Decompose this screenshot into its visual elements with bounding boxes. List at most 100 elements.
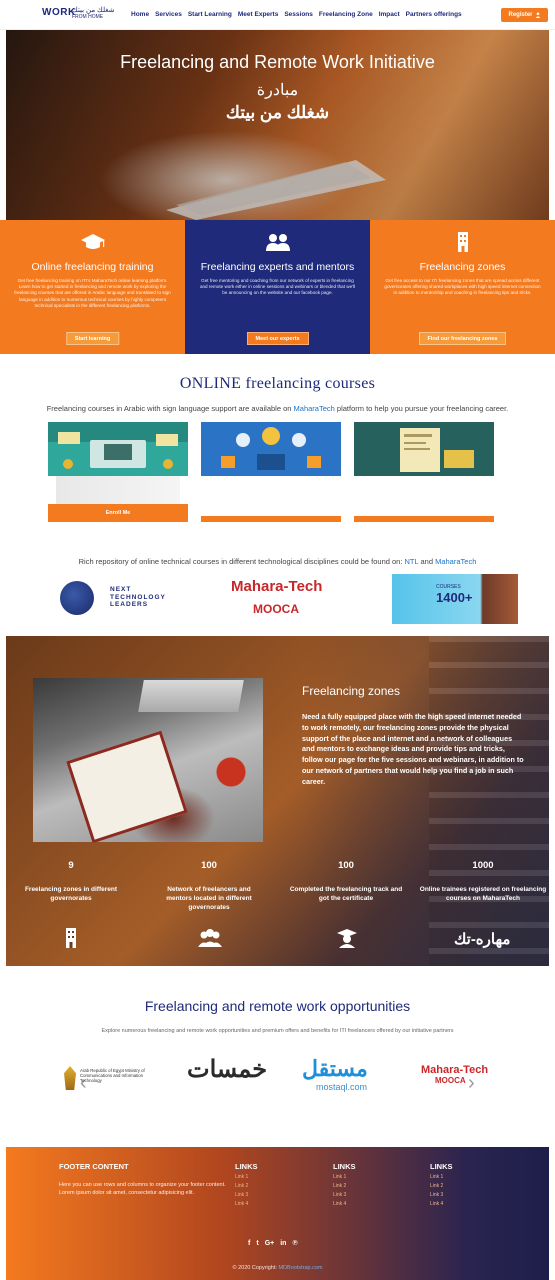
building-icon [457,232,468,252]
ntl-emblem-icon [60,581,94,615]
feature-experts: Freelancing experts and mentors Get free… [185,220,370,354]
meet-experts-button[interactable]: Meet our experts [246,332,309,345]
stat-label: Freelancing zones in different governora… [24,886,118,902]
footer-links-column: LINKS Link 1 Link 2 Link 3 Link 4 [235,1162,258,1207]
course-thumbnail-ideas [201,422,341,476]
maharatech-arabic-logo: مهاره-تك [454,931,511,948]
partner-logo-mcit[interactable]: Arab Republic of Egypt Ministry of Commu… [64,1064,154,1094]
partner-logo-khamsat[interactable]: خمسات [187,1055,268,1084]
footer-title: FOOTER CONTENT [59,1162,129,1171]
footer-link[interactable]: Link 2 [430,1183,453,1189]
footer-link[interactable]: Link 4 [430,1201,453,1207]
zones-workspace-photo [33,678,263,844]
card-bottom-bar [201,516,341,522]
stat-number: 1000 [472,860,494,871]
nav-links: Home Services Start Learning Meet Expert… [131,11,462,18]
maharatech-logo-title: Mahara-Tech [231,578,323,595]
maharatech-logo[interactable]: Mahara-Tech MOOCA [231,578,341,620]
facebook-icon[interactable]: f [248,1240,250,1247]
footer-link[interactable]: Link 4 [235,1201,258,1207]
footer-links-column: LINKS Link 1 Link 2 Link 3 Link 4 [333,1162,356,1207]
user-icon [535,12,540,18]
ntl-link[interactable]: NTL [405,557,419,566]
top-navbar: WORK شغلك من بيتك FROM HOME Home Service… [0,0,555,30]
laptop-illustration [138,680,244,712]
partner-logo-maharatech[interactable]: Mahara-Tech MOOCA [421,1064,501,1094]
logo-arabic-text: شغلك من بيتك [72,7,115,14]
feature-title: Online freelancing training [31,261,154,273]
building-icon [66,928,76,948]
nav-link-impact[interactable]: Impact [379,11,400,18]
footer-link[interactable]: Link 3 [333,1192,356,1198]
footer-text: Here you can use rows and columns to org… [59,1182,226,1196]
users-icon [265,234,290,251]
linkedin-icon[interactable]: in [280,1240,286,1247]
course-thumbnail-invoice [354,422,494,476]
register-label: Register [508,12,533,18]
pinterest-icon[interactable]: ℗ [292,1240,297,1247]
find-zones-button[interactable]: Find our freelancing zones [418,332,507,345]
graduation-cap-icon [80,234,105,249]
freelancing-zones-section: Freelancing zones Need a fully equipped … [6,636,549,966]
users-icon [198,929,222,947]
nav-link-sessions[interactable]: Sessions [284,11,313,18]
google-plus-icon[interactable]: G+ [265,1240,275,1247]
maharatech-partner-title: Mahara-Tech [421,1064,489,1076]
stat-zones: 9 Freelancing zones in different governo… [16,860,126,903]
footer-link[interactable]: Link 2 [235,1183,258,1189]
logo-sub-text: FROM HOME [72,14,104,20]
stat-label: Completed the freelancing track and got … [289,886,403,902]
nav-link-partners-offerings[interactable]: Partners offerings [406,11,462,18]
footer-link[interactable]: Link 1 [430,1174,453,1180]
footer-links-heading: LINKS [430,1162,453,1171]
stat-certificates: 100 Completed the freelancing track and … [286,860,406,903]
site-footer: FOOTER CONTENT Here you can use rows and… [6,1147,549,1280]
courses-count-banner[interactable]: COURSES 1400+ [392,574,518,624]
nav-link-home[interactable]: Home [131,11,149,18]
mostaql-domain-text: mostaql.com [316,1082,368,1092]
stat-trainees: 1000 Online trainees registered on freel… [418,860,548,903]
site-logo[interactable]: WORK شغلك من بيتك FROM HOME [42,6,122,26]
hero-banner: Freelancing and Remote Work Initiative م… [6,30,549,220]
footer-link[interactable]: Link 1 [235,1174,258,1180]
nav-link-services[interactable]: Services [155,11,182,18]
courses-count-number: 1400+ [436,590,473,605]
feature-text: Get free access to our ITI freelancing z… [384,278,541,296]
hero-arabic-line1: مبادرة [256,82,299,99]
partner-logo-mostaql[interactable]: مستقل mostaql.com [302,1056,368,1092]
footer-link[interactable]: Link 3 [430,1192,453,1198]
footer-link[interactable]: Link 4 [333,1201,356,1207]
repo-sub-text: Rich repository of online technical cour… [78,557,405,566]
zones-description: Need a fully equipped place with the hig… [302,712,524,786]
course-card [201,422,341,522]
footer-link[interactable]: Link 1 [333,1174,356,1180]
features-row: Online freelancing training Get free fre… [0,220,555,354]
register-button[interactable]: Register [501,8,548,22]
carousel-next-arrow[interactable]: › [468,1072,475,1095]
footer-link[interactable]: Link 3 [235,1192,258,1198]
zones-background-stripes [429,636,549,966]
course-card: Enroll Me [48,422,188,522]
footer-link[interactable]: Link 2 [333,1183,356,1189]
start-learning-button[interactable]: Start learning [65,332,120,345]
maharatech-link[interactable]: MaharaTech [294,404,335,413]
nav-link-start-learning[interactable]: Start Learning [188,11,232,18]
copyright-link[interactable]: MDBootstrap.com [278,1265,322,1271]
repository-subtitle: Rich repository of online technical cour… [0,557,555,566]
enroll-button[interactable]: Enroll Me [48,504,188,522]
nav-link-meet-experts[interactable]: Meet Experts [238,11,278,18]
stat-number: 100 [338,860,354,871]
hero-arabic-line2: شغلك من بيتك [225,103,330,122]
feature-title: Freelancing zones [419,261,506,273]
maharatech-logo-mooca: MOOCA [253,602,299,616]
feature-title: Freelancing experts and mentors [200,261,355,273]
nav-link-freelancing-zone[interactable]: Freelancing Zone [319,11,373,18]
opportunities-subtitle: Explore numerous freelancing and remote … [101,1028,454,1034]
footer-links-column: LINKS Link 1 Link 2 Link 3 Link 4 [430,1162,453,1207]
feature-text: Get free mentoring and coaching from our… [199,278,356,296]
twitter-icon[interactable]: t [256,1240,258,1247]
card-bottom-bar [354,516,494,522]
courses-title: ONLINE freelancing courses [179,375,376,392]
maharatech-repo-link[interactable]: MaharaTech [435,557,476,566]
ntl-logo[interactable]: NEXT TECHNOLOGY LEADERS [58,580,178,616]
